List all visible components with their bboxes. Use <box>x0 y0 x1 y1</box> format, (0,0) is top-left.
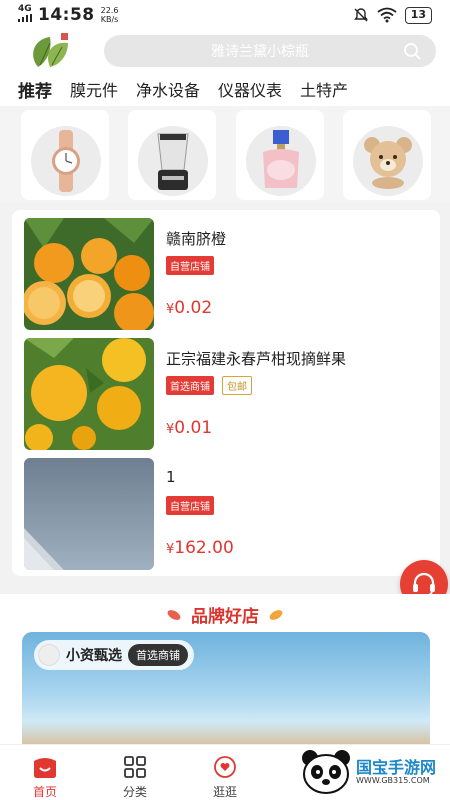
product-badges: 首选商铺 包邮 <box>166 376 252 395</box>
nav-home-label: 首页 <box>32 785 57 799</box>
product-badges: 自营店铺 <box>166 256 214 275</box>
category-image-frame <box>353 126 423 196</box>
product-price: ¥0.01 <box>166 418 212 438</box>
category-image-frame <box>138 126 208 196</box>
nav-category-label: 分类 <box>122 785 147 799</box>
product-item[interactable]: 赣南脐橙 自营店铺 ¥0.02 <box>12 218 440 330</box>
app-logo[interactable] <box>28 31 74 71</box>
store-badge: 首选商铺 <box>128 644 188 666</box>
category-card-blender[interactable] <box>128 110 216 200</box>
tangerine-image <box>24 338 154 450</box>
tab-water-purifier[interactable]: 净水设备 <box>136 77 200 101</box>
blender-icon <box>157 133 189 190</box>
store-type-badge: 自营店铺 <box>166 496 214 515</box>
clock: 14:58 <box>38 5 95 25</box>
price-value: 0.02 <box>174 298 213 318</box>
category-image-frame <box>31 126 101 196</box>
watermark-url: WWW.GB315.COM <box>356 775 430 785</box>
network-type: 4G <box>18 4 32 14</box>
speed-unit: KB/s <box>100 15 119 24</box>
nav-category[interactable]: 分类 <box>105 755 165 800</box>
tab-recommended[interactable]: 推荐 <box>18 77 52 102</box>
search-icon[interactable] <box>402 41 422 61</box>
battery-level: 13 <box>404 6 432 24</box>
heart-bubble-icon <box>214 756 236 778</box>
tab-local-specialty[interactable]: 土特产 <box>300 77 348 101</box>
product-image[interactable] <box>24 338 154 450</box>
store-tag: 小资甄选 首选商铺 <box>34 640 194 670</box>
brand-section-title: 品牌好店 <box>191 607 259 627</box>
tab-membrane[interactable]: 膜元件 <box>70 77 118 101</box>
category-card-perfume[interactable] <box>236 110 324 200</box>
category-card-teddy-bear[interactable] <box>343 110 431 200</box>
search-placeholder: 雅诗兰黛小棕瓶 <box>211 44 309 60</box>
leaf-right-icon <box>267 607 285 622</box>
nav-browse[interactable]: 逛逛 <box>195 755 255 800</box>
product-price: ¥162.00 <box>166 538 234 558</box>
brand-stores-section: 品牌好店 小资甄选 首选商铺 <box>0 594 450 744</box>
nav-browse-label: 逛逛 <box>212 785 237 799</box>
teddy-bear-icon <box>364 137 412 189</box>
price-value: 0.01 <box>174 418 213 438</box>
product-title[interactable]: 赣南脐橙 <box>166 228 226 249</box>
product-item[interactable]: 1 自营店铺 ¥162.00 <box>12 458 440 570</box>
grid-icon <box>124 756 146 778</box>
product-price: ¥0.02 <box>166 298 212 318</box>
store-type-badge: 自营店铺 <box>166 256 214 275</box>
building-sky-image <box>24 458 154 570</box>
status-bar: 4G 14:58 22.6 KB/s 13 <box>0 0 450 30</box>
watch-icon <box>52 130 80 192</box>
brand-section-header: 品牌好店 <box>0 602 450 627</box>
store-card[interactable]: 小资甄选 首选商铺 <box>22 632 430 744</box>
price-value: 162.00 <box>174 538 234 558</box>
store-name: 小资甄选 <box>66 648 122 664</box>
watermark-text-block: 国宝手游网 WWW.GB315.COM <box>356 757 437 785</box>
store-avatar <box>38 644 60 666</box>
network-indicator: 4G <box>18 5 32 25</box>
store-type-badge: 首选商铺 <box>166 376 214 395</box>
watermark: 国宝手游网 WWW.GB315.COM <box>300 744 450 800</box>
nav-home[interactable]: 首页 <box>15 755 75 800</box>
featured-category-strip <box>0 106 450 202</box>
perfume-icon <box>263 130 299 188</box>
product-badges: 自营店铺 <box>166 496 214 515</box>
product-image[interactable] <box>24 218 154 330</box>
product-image[interactable] <box>24 458 154 570</box>
signal-icon <box>18 14 32 22</box>
product-title[interactable]: 正宗福建永春芦柑现摘鲜果 <box>166 348 346 369</box>
mute-bell-icon <box>353 8 368 22</box>
category-card-watch[interactable] <box>21 110 109 200</box>
app-header: 雅诗兰黛小棕瓶 <box>0 30 450 72</box>
speed-value: 22.6 <box>100 6 119 15</box>
product-title[interactable]: 1 <box>166 468 176 486</box>
product-list: 赣南脐橙 自营店铺 ¥0.02 正宗福建永春芦柑现摘鲜果 首选商铺 包邮 ¥0.… <box>12 210 440 576</box>
category-image-frame <box>246 126 316 196</box>
product-item[interactable]: 正宗福建永春芦柑现摘鲜果 首选商铺 包邮 ¥0.01 <box>12 338 440 450</box>
navel-orange-image <box>24 218 154 330</box>
tab-instruments[interactable]: 仪器仪表 <box>218 77 282 101</box>
search-bar[interactable]: 雅诗兰黛小棕瓶 <box>104 35 436 67</box>
leaf-left-icon <box>165 607 183 622</box>
network-speed: 22.6 KB/s <box>101 6 119 24</box>
home-icon <box>34 758 56 778</box>
category-tabs: 推荐 膜元件 净水设备 仪器仪表 土特产 <box>0 72 450 106</box>
panda-logo-icon <box>302 750 350 794</box>
free-shipping-badge: 包邮 <box>222 376 252 395</box>
wifi-icon <box>377 7 397 23</box>
watermark-text: 国宝手游网 <box>356 757 437 777</box>
